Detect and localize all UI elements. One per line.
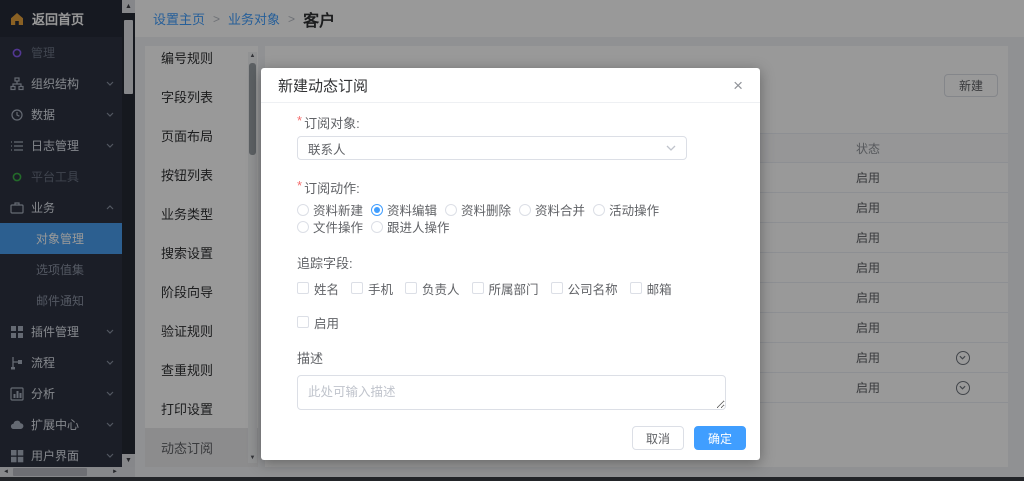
radio-follower-operation[interactable]: 跟进人操作 [371, 218, 450, 235]
description-field: 描述 [297, 348, 726, 413]
checkbox-owner[interactable]: 负责人 [405, 280, 460, 296]
checkbox-icon [405, 282, 417, 294]
description-label: 描述 [297, 348, 726, 367]
radio-file-operation[interactable]: 文件操作 [297, 218, 363, 235]
radio-icon [519, 204, 531, 216]
track-fields-label: 追踪字段: [297, 253, 353, 272]
radio-icon [371, 221, 383, 233]
dialog-title: 新建动态订阅 [278, 75, 368, 96]
confirm-button[interactable]: 确定 [694, 426, 746, 450]
track-fields-options: 姓名 手机 负责人 所属部门 公司名称 [297, 280, 737, 296]
checkbox-icon [472, 282, 484, 294]
radio-icon [297, 204, 309, 216]
subscribe-object-select[interactable]: 联系人 [297, 136, 687, 160]
required-mark: * [297, 113, 302, 132]
enable-field: 启用 [297, 314, 726, 330]
radio-icon [297, 221, 309, 233]
chevron-down-icon [666, 145, 676, 151]
checkbox-department[interactable]: 所属部门 [472, 280, 539, 296]
selected-value: 联系人 [308, 139, 346, 158]
close-icon[interactable]: × [733, 77, 743, 94]
track-fields-field: 追踪字段: 姓名 手机 负责人 所属部门 [297, 253, 726, 296]
required-mark: * [297, 178, 302, 197]
radio-data-edit[interactable]: 资料编辑 [371, 201, 437, 218]
radio-activity-operation[interactable]: 活动操作 [593, 201, 659, 218]
subscribe-action-label: 订阅动作: [304, 178, 360, 197]
radio-data-merge[interactable]: 资料合并 [519, 201, 585, 218]
checkbox-icon [297, 316, 309, 328]
description-textarea[interactable] [297, 375, 726, 410]
checkbox-email[interactable]: 邮箱 [630, 280, 672, 296]
subscribe-action-options: 资料新建 资料编辑 资料删除 资料合并 活动操作 [297, 201, 737, 235]
radio-icon [371, 204, 383, 216]
checkbox-icon [297, 282, 309, 294]
subscribe-action-field: * 订阅动作: 资料新建 资料编辑 资料删除 资料合并 [297, 178, 726, 235]
radio-icon [593, 204, 605, 216]
checkbox-name[interactable]: 姓名 [297, 280, 339, 296]
radio-icon [445, 204, 457, 216]
checkbox-icon [630, 282, 642, 294]
checkbox-icon [551, 282, 563, 294]
checkbox-company-name[interactable]: 公司名称 [551, 280, 618, 296]
new-dynamic-subscription-dialog: 新建动态订阅 × * 订阅对象: 联系人 * 订阅动作: [261, 68, 760, 460]
cancel-button[interactable]: 取消 [632, 426, 684, 450]
app-window: 返回首页 管理 组织结构 数据 日志管理 [0, 0, 1024, 481]
radio-data-create[interactable]: 资料新建 [297, 201, 363, 218]
checkbox-mobile[interactable]: 手机 [351, 280, 393, 296]
radio-data-delete[interactable]: 资料删除 [445, 201, 511, 218]
checkbox-enable[interactable]: 启用 [297, 314, 714, 330]
dialog-footer: 取消 确定 [632, 426, 746, 450]
checkbox-icon [351, 282, 363, 294]
dialog-header: 新建动态订阅 × [261, 68, 760, 103]
dialog-body: * 订阅对象: 联系人 * 订阅动作: 资料新建 [261, 103, 760, 413]
subscribe-object-field: * 订阅对象: 联系人 [297, 113, 726, 160]
subscribe-object-label: 订阅对象: [304, 113, 360, 132]
